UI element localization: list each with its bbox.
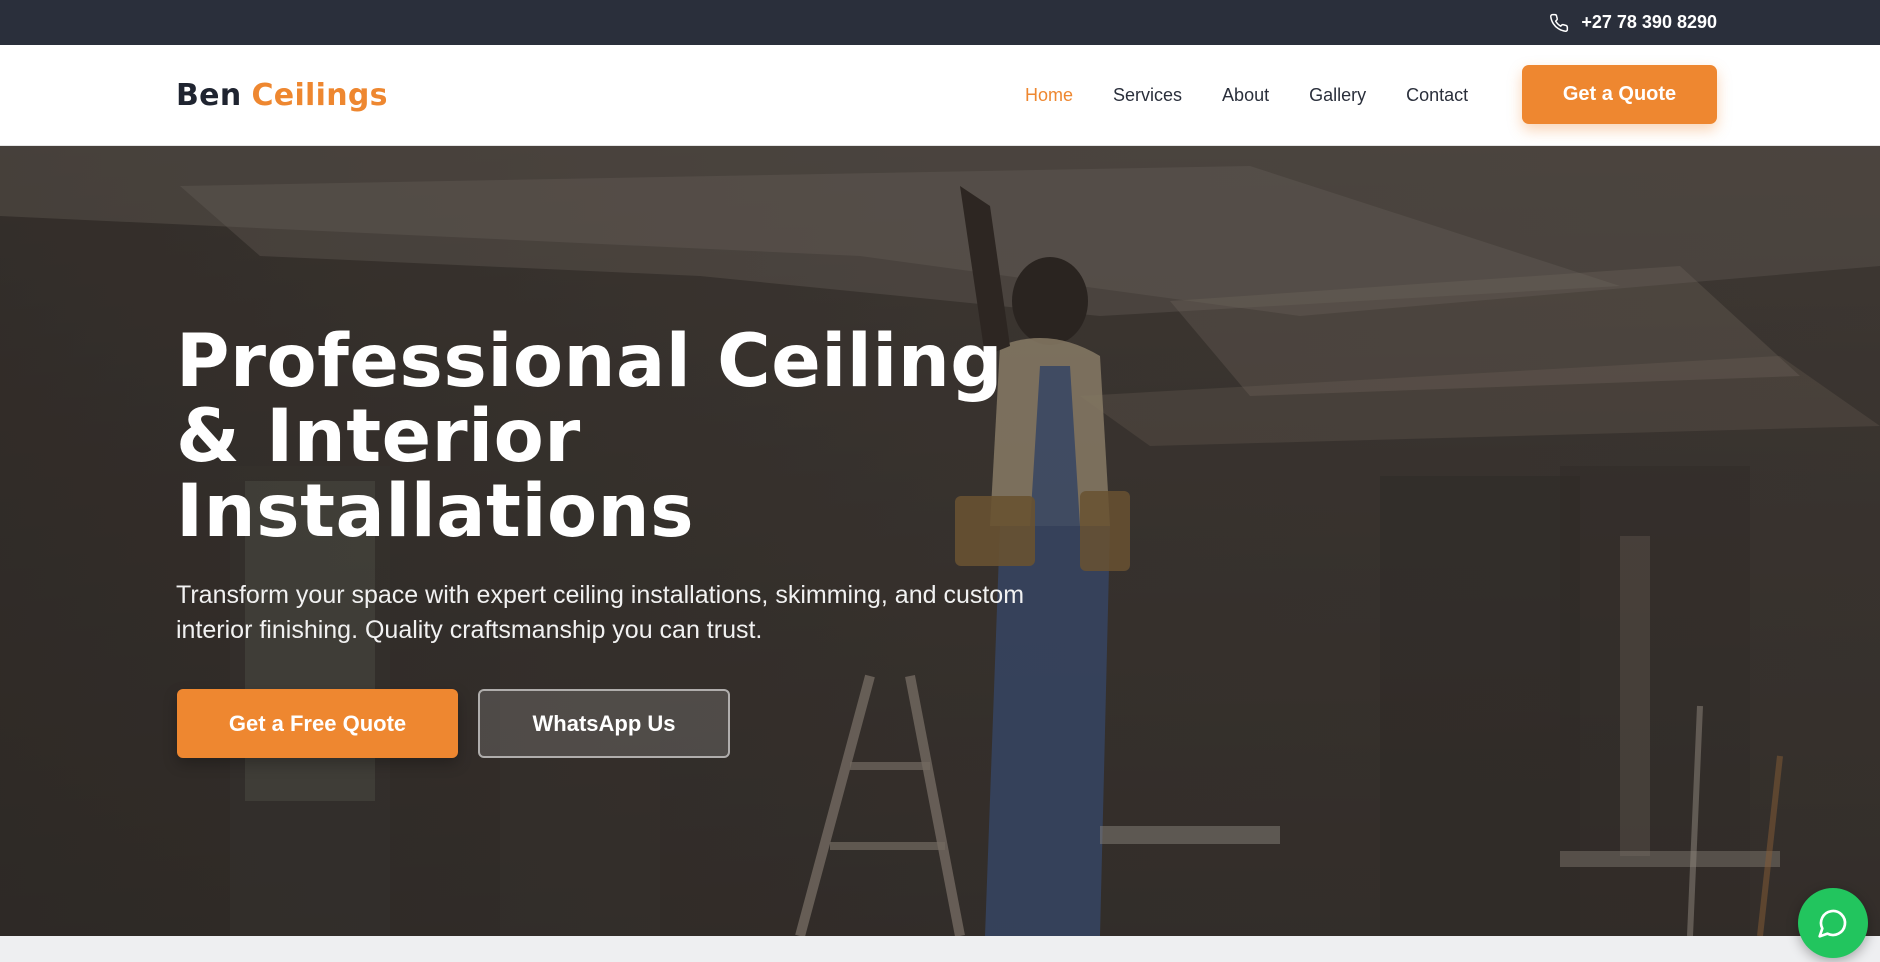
chat-widget-button[interactable] <box>1798 888 1868 958</box>
hero-title-line-2: & Interior <box>176 394 581 479</box>
top-bar: +27 78 390 8290 <box>0 0 1880 45</box>
hero-title-line-3: Installations <box>176 469 695 554</box>
chat-bubble-icon <box>1818 909 1847 938</box>
hero-section: Professional Ceiling & Interior Installa… <box>0 146 1880 936</box>
logo-text-accent: Ceilings <box>251 78 388 113</box>
site-header: Ben Ceilings Home Services About Gallery… <box>0 45 1880 146</box>
phone-icon <box>1550 13 1569 32</box>
main-nav: Home Services About Gallery Contact <box>1025 45 1508 146</box>
nav-home[interactable]: Home <box>1025 85 1073 106</box>
nav-contact[interactable]: Contact <box>1406 85 1468 106</box>
hero-title: Professional Ceiling & Interior Installa… <box>176 324 1076 549</box>
phone-number[interactable]: +27 78 390 8290 <box>1581 12 1717 33</box>
nav-about[interactable]: About <box>1222 85 1269 106</box>
free-quote-button[interactable]: Get a Free Quote <box>177 689 458 758</box>
phone-contact[interactable]: +27 78 390 8290 <box>1549 0 1717 45</box>
hero-title-line-1: Professional Ceiling <box>176 319 1004 404</box>
hero-subtitle: Transform your space with expert ceiling… <box>176 581 1025 644</box>
nav-services[interactable]: Services <box>1113 85 1182 106</box>
logo-text-primary: Ben <box>176 78 242 113</box>
whatsapp-button[interactable]: WhatsApp Us <box>478 689 730 758</box>
logo[interactable]: Ben Ceilings <box>176 45 388 146</box>
get-quote-button[interactable]: Get a Quote <box>1522 65 1717 124</box>
nav-gallery[interactable]: Gallery <box>1309 85 1366 106</box>
